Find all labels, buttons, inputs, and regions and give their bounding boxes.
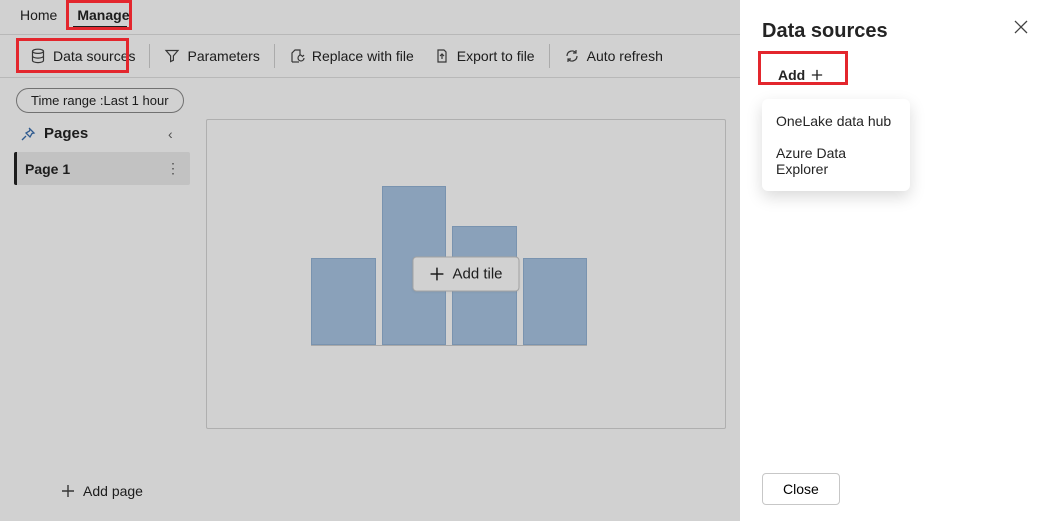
toolbar-separator (149, 44, 150, 68)
close-button[interactable]: Close (762, 473, 840, 505)
data-sources-label: Data sources (53, 48, 135, 64)
replace-with-file-button[interactable]: Replace with file (279, 42, 424, 70)
add-tile-label: Add tile (452, 266, 502, 283)
export-to-file-button[interactable]: Export to file (424, 42, 545, 70)
add-page-label: Add page (83, 483, 143, 499)
tab-home[interactable]: Home (10, 3, 67, 28)
pages-title: Pages (44, 125, 88, 142)
add-data-source-button[interactable]: Add (762, 61, 839, 89)
export-file-icon (434, 48, 450, 64)
refresh-icon (564, 48, 580, 64)
menu-item-adx[interactable]: Azure Data Explorer (762, 137, 910, 185)
add-tile-button[interactable]: Add tile (412, 257, 519, 292)
panel-title: Data sources (762, 20, 1028, 43)
plus-icon (811, 69, 823, 81)
funnel-icon (164, 48, 180, 64)
toolbar-separator (549, 44, 550, 68)
data-sources-panel: Data sources Add OneLake data hub Azure … (740, 0, 1050, 521)
parameters-button[interactable]: Parameters (154, 42, 269, 70)
add-label: Add (778, 67, 805, 83)
time-range-value: Last 1 hour (104, 93, 169, 108)
pages-sidebar: Pages ‹ Page 1 ⋮ Add page (14, 119, 190, 505)
export-file-label: Export to file (457, 48, 535, 64)
chart-bar (311, 258, 376, 345)
tab-manage[interactable]: Manage (67, 3, 139, 28)
pin-icon (20, 126, 36, 142)
toolbar-separator (274, 44, 275, 68)
plus-icon (61, 484, 75, 498)
menu-item-onelake[interactable]: OneLake data hub (762, 105, 910, 137)
auto-refresh-button[interactable]: Auto refresh (554, 42, 673, 70)
close-icon[interactable] (1014, 20, 1028, 34)
more-icon[interactable]: ⋮ (166, 160, 180, 177)
data-sources-button[interactable]: Data sources (20, 42, 145, 70)
chevron-left-icon[interactable]: ‹ (168, 126, 182, 142)
add-data-source-menu: OneLake data hub Azure Data Explorer (762, 99, 910, 191)
replace-file-icon (289, 48, 305, 64)
page-item-label: Page 1 (25, 161, 70, 177)
plus-icon (429, 267, 444, 282)
database-icon (30, 48, 46, 64)
add-page-button[interactable]: Add page (14, 473, 190, 505)
replace-file-label: Replace with file (312, 48, 414, 64)
parameters-label: Parameters (187, 48, 259, 64)
chart-bar (523, 258, 588, 345)
time-range-pill[interactable]: Time range : Last 1 hour (16, 88, 184, 113)
tab-manage-underline (73, 26, 127, 28)
dashboard-canvas: Add tile (206, 119, 726, 429)
sidebar-item-page-1[interactable]: Page 1 ⋮ (14, 152, 190, 185)
time-range-prefix: Time range : (31, 93, 104, 108)
auto-refresh-label: Auto refresh (587, 48, 663, 64)
